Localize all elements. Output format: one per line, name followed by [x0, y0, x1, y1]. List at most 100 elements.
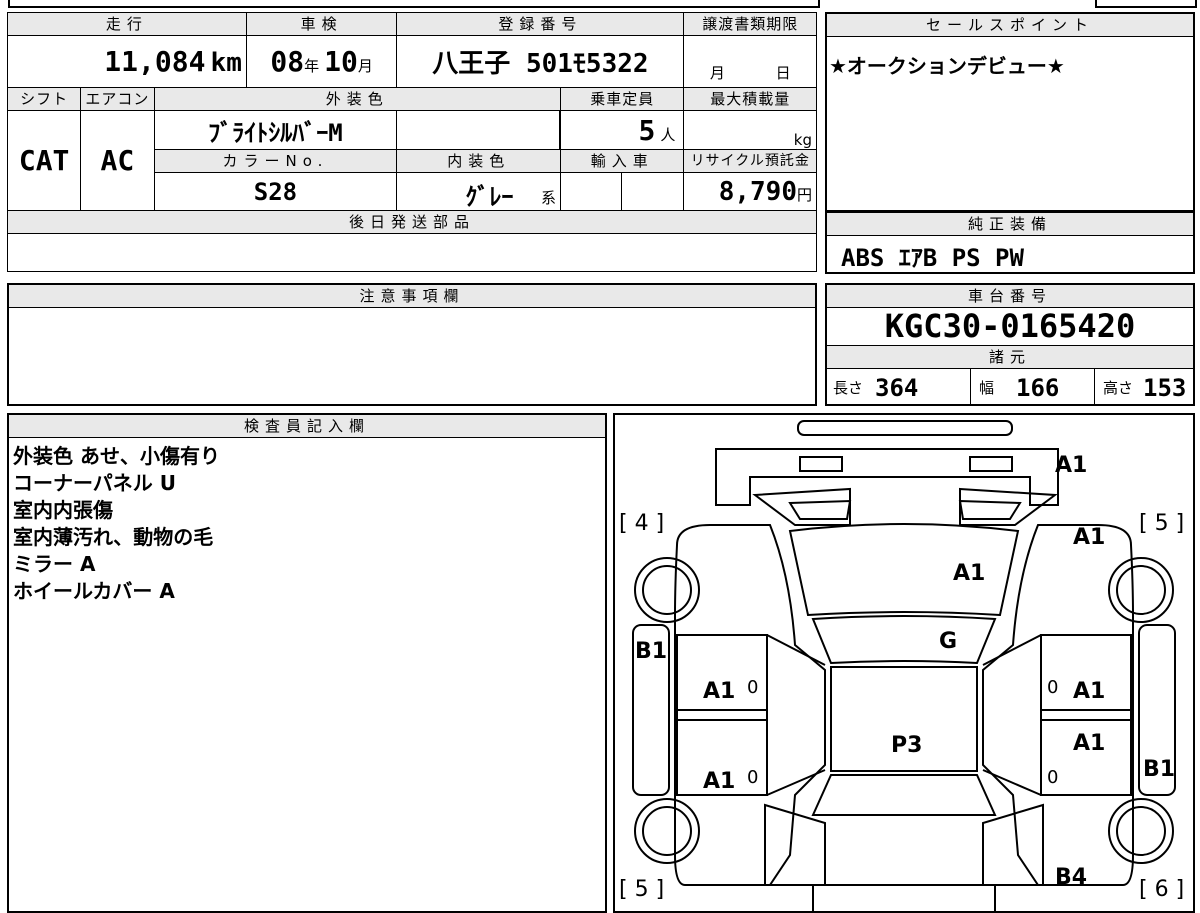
inspector-note: ミラー A	[13, 552, 96, 576]
mark-zero: 0	[1047, 767, 1059, 788]
header-interior-color: 内装色	[396, 149, 561, 173]
inspector-note: 外装色 あせ、小傷有り	[13, 444, 220, 468]
sales-points-box: セールスポイント ★オークションデビュー★	[825, 12, 1195, 212]
inspector-note: コーナーパネル U	[13, 471, 177, 495]
car-outline-drawing	[632, 420, 1176, 911]
header-capacity: 乗車定員	[559, 87, 685, 111]
mark-zero: 0	[1047, 677, 1059, 698]
mileage-value: 11,084	[104, 45, 206, 78]
equipment-cell: ABS ｴｱB PS PW	[841, 238, 1024, 273]
header-inspector: 検査員記入欄	[9, 415, 605, 438]
inspector-note: 室内薄汚れ、動物の毛	[13, 525, 214, 549]
mark-hood: A1	[953, 561, 986, 586]
import-car-cell-2	[621, 172, 685, 211]
inspector-note: ホイールカバー A	[13, 579, 175, 603]
height-value: 153	[1143, 373, 1187, 402]
mileage-cell: 11,084 km	[7, 35, 247, 88]
max-load-cell: kg	[683, 110, 817, 150]
tire-label-rear-right: [ 6 ]	[1139, 877, 1185, 902]
header-transfer-deadline: 譲渡書類期限	[683, 12, 817, 36]
mark-rear-left-door: A1	[703, 769, 736, 794]
deadline-month-unit: 月	[709, 64, 725, 82]
tire-label-rear-left: [ 5 ]	[619, 877, 665, 902]
mark-front-bumper: A1	[1055, 453, 1088, 478]
header-chassis-number: 車台番号	[827, 285, 1193, 308]
interior-color-suffix: 系	[540, 189, 556, 207]
genuine-equipment-box: 純正装備 ABS ｴｱB PS PW	[825, 212, 1195, 274]
later-parts-cell	[7, 233, 817, 272]
capacity-value: 5	[638, 113, 656, 147]
aircon-value: AC	[100, 144, 135, 177]
interior-color-cell: ｸﾞﾚｰ 系	[396, 172, 561, 211]
header-mileage: 走行	[7, 12, 247, 36]
recycle-fee-unit: 円	[796, 185, 812, 204]
header-registration: 登録番号	[396, 12, 685, 36]
width-value: 166	[1016, 373, 1060, 402]
inspection-year: 08	[270, 45, 305, 78]
registration-number: 八王子 501ﾓ5322	[432, 49, 649, 79]
color-no-cell: S28	[153, 172, 398, 211]
mark-rear-right-door: A1	[1073, 731, 1106, 756]
header-exterior-color: 外装色	[153, 87, 562, 111]
length-cell: 長さ 364	[827, 369, 971, 406]
header-specs: 諸元	[827, 345, 1193, 369]
mark-roof: P3	[891, 733, 923, 758]
header-genuine-equipment: 純正装備	[827, 212, 1193, 236]
inspector-box: 検査員記入欄 外装色 あせ、小傷有り コーナーパネル U 室内内張傷 室内薄汚れ…	[7, 413, 607, 913]
header-recycle-fee: リサイクル預託金	[683, 149, 817, 173]
registration-number-cell: 八王子 501ﾓ5322	[396, 35, 685, 88]
mark-front-right-door: A1	[1073, 679, 1106, 704]
mileage-unit: km	[210, 48, 242, 78]
exterior-color-value: ﾌﾞﾗｲﾄｼﾙﾊﾞｰM	[208, 118, 343, 147]
specs-row: 長さ 364 幅 166 高さ 153	[827, 369, 1193, 406]
top-row-fragment	[8, 0, 820, 8]
mark-front-left-door: A1	[703, 679, 736, 704]
header-shift: シフト	[6, 87, 82, 111]
width-cell: 幅 166	[971, 369, 1095, 406]
height-label: 高さ	[1103, 379, 1134, 397]
max-load-unit: kg	[793, 131, 812, 149]
mark-right-side: B1	[1143, 757, 1176, 782]
chassis-number-cell: KGC30-0165420	[827, 307, 1193, 345]
sales-point-text: ★オークションデビュー★	[829, 54, 1065, 78]
mark-zero: 0	[747, 677, 759, 698]
mark-windshield: G	[939, 629, 958, 654]
height-cell: 高さ 153	[1095, 369, 1193, 406]
capacity-cell: 5 人	[559, 110, 685, 150]
header-caution: 注意事項欄	[9, 285, 815, 308]
car-damage-diagram: [ 4 ] [ 5 ] [ 5 ] [ 6 ] A1 A1 A1 G B1 A1…	[613, 413, 1195, 913]
header-inspection: 車検	[245, 12, 398, 36]
tire-label-front-left: [ 4 ]	[619, 511, 665, 536]
interior-color-value: ｸﾞﾚｰ	[465, 183, 514, 211]
width-label: 幅	[979, 379, 995, 397]
exterior-color-extra	[396, 110, 561, 150]
equipment-value: ABS ｴｱB PS PW	[841, 244, 1024, 272]
tire-label-front-right: [ 5 ]	[1139, 511, 1185, 536]
import-car-cell-1	[559, 172, 623, 211]
header-max-load: 最大積載量	[683, 87, 817, 111]
shift-value: CAT	[18, 144, 70, 177]
length-value: 364	[875, 373, 919, 402]
mark-rear-right-corner: B4	[1055, 865, 1088, 890]
header-sales-points: セールスポイント	[827, 14, 1193, 37]
month-unit: 月	[357, 57, 373, 75]
color-no-value: S28	[253, 177, 298, 206]
year-unit: 年	[304, 57, 320, 75]
header-aircon: エアコン	[80, 87, 155, 111]
header-color-no: カラーNo.	[153, 149, 398, 173]
shift-cell: CAT	[6, 110, 82, 211]
header-import-car: 輸入車	[559, 149, 685, 173]
top-row-fragment-right	[1095, 0, 1197, 8]
recycle-fee-cell: 8,790円	[683, 172, 817, 211]
deadline-day-unit: 日	[775, 64, 791, 82]
inspector-note: 室内内張傷	[13, 498, 113, 522]
capacity-unit: 人	[660, 125, 676, 144]
length-label: 長さ	[833, 379, 864, 397]
header-later-parts: 後日発送部品	[7, 210, 817, 234]
exterior-color-cell: ﾌﾞﾗｲﾄｼﾙﾊﾞｰM	[153, 110, 398, 150]
inspection-month: 10	[324, 45, 358, 78]
mark-left-side: B1	[635, 639, 668, 664]
deadline-cell: 月 日	[683, 35, 817, 88]
aircon-cell: AC	[80, 110, 155, 211]
recycle-fee-value: 8,790	[718, 176, 797, 207]
